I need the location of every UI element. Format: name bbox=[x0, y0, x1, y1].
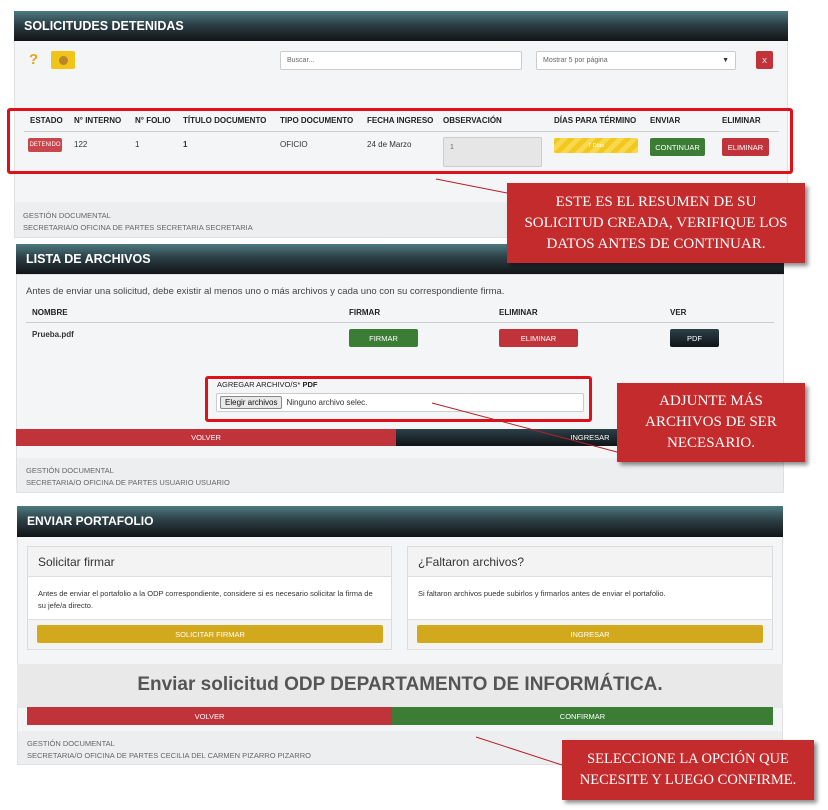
request-signature-text: Antes de enviar el portafolio a la ODP c… bbox=[38, 589, 373, 610]
footer-user-1: SECRETARIA/O OFICINA DE PARTES SECRETARI… bbox=[23, 223, 253, 232]
col-ver: VER bbox=[670, 308, 687, 317]
col-nombre: NOMBRE bbox=[32, 308, 68, 317]
footer-system-1: GESTIÓN DOCUMENTAL bbox=[23, 211, 111, 220]
help-icon[interactable]: ? bbox=[29, 51, 38, 68]
sign-file-button[interactable]: FIRMAR bbox=[349, 329, 418, 347]
send-heading: Enviar solicitud ODP DEPARTAMENTO DE INF… bbox=[137, 674, 663, 695]
upload-highlight bbox=[205, 376, 592, 422]
missing-files-text: Si faltaron archivos puede subirlos y fi… bbox=[418, 589, 666, 598]
portfolio-header: ENVIAR PORTAFOLIO bbox=[17, 506, 783, 537]
request-signature-title: Solicitar firmar bbox=[28, 547, 391, 577]
footer-user-2: SECRETARIA/O OFICINA DE PARTES USUARIO U… bbox=[26, 478, 230, 487]
search-input[interactable]: Buscar... bbox=[280, 51, 522, 70]
missing-files-card: ¿Faltaron archivos? Si faltaron archivos… bbox=[407, 546, 773, 650]
delete-file-button[interactable]: ELIMINAR bbox=[499, 329, 578, 347]
request-signature-card: Solicitar firmar Antes de enviar el port… bbox=[27, 546, 392, 650]
refresh-button[interactable] bbox=[51, 51, 75, 69]
missing-files-button[interactable]: INGRESAR bbox=[417, 625, 763, 643]
confirm-button[interactable]: CONFIRMAR bbox=[392, 707, 773, 725]
footer-user-3: SECRETARIA/O OFICINA DE PARTES CECILIA D… bbox=[27, 751, 311, 760]
files-instructions: Antes de enviar una solicitud, debe exis… bbox=[26, 286, 505, 297]
select-callout: SELECCIONE LA OPCIÓN QUE NECESITE Y LUEG… bbox=[562, 740, 814, 800]
back-button-files[interactable]: VOLVER bbox=[16, 429, 396, 446]
col-eliminar-file: ELIMINAR bbox=[499, 308, 538, 317]
file-name: Prueba.pdf bbox=[32, 330, 74, 339]
view-pdf-button[interactable]: PDF bbox=[670, 329, 719, 347]
attach-callout: ADJUNTE MÁS ARCHIVOS DE SER NECESARIO. bbox=[617, 383, 805, 462]
requests-header: SOLICITUDES DETENIDAS bbox=[14, 11, 788, 41]
back-button-portfolio[interactable]: VOLVER bbox=[27, 707, 392, 725]
footer-system-2: GESTIÓN DOCUMENTAL bbox=[26, 466, 114, 475]
missing-files-title: ¿Faltaron archivos? bbox=[408, 547, 772, 577]
request-signature-button[interactable]: SOLICITAR FIRMAR bbox=[37, 625, 383, 643]
footer-system-3: GESTIÓN DOCUMENTAL bbox=[27, 739, 115, 748]
summary-highlight bbox=[7, 108, 793, 174]
col-firmar: FIRMAR bbox=[349, 308, 381, 317]
files-divider bbox=[26, 322, 774, 323]
page-size-select[interactable]: Mostrar 5 por página ▼ bbox=[536, 51, 736, 70]
close-button[interactable]: X bbox=[756, 51, 773, 69]
chevron-down-icon: ▼ bbox=[722, 57, 729, 64]
summary-callout: ESTE ES EL RESUMEN DE SU SOLICITUD CREAD… bbox=[507, 183, 805, 263]
page-size-value: Mostrar 5 por página bbox=[543, 57, 608, 64]
refresh-icon bbox=[58, 55, 68, 65]
